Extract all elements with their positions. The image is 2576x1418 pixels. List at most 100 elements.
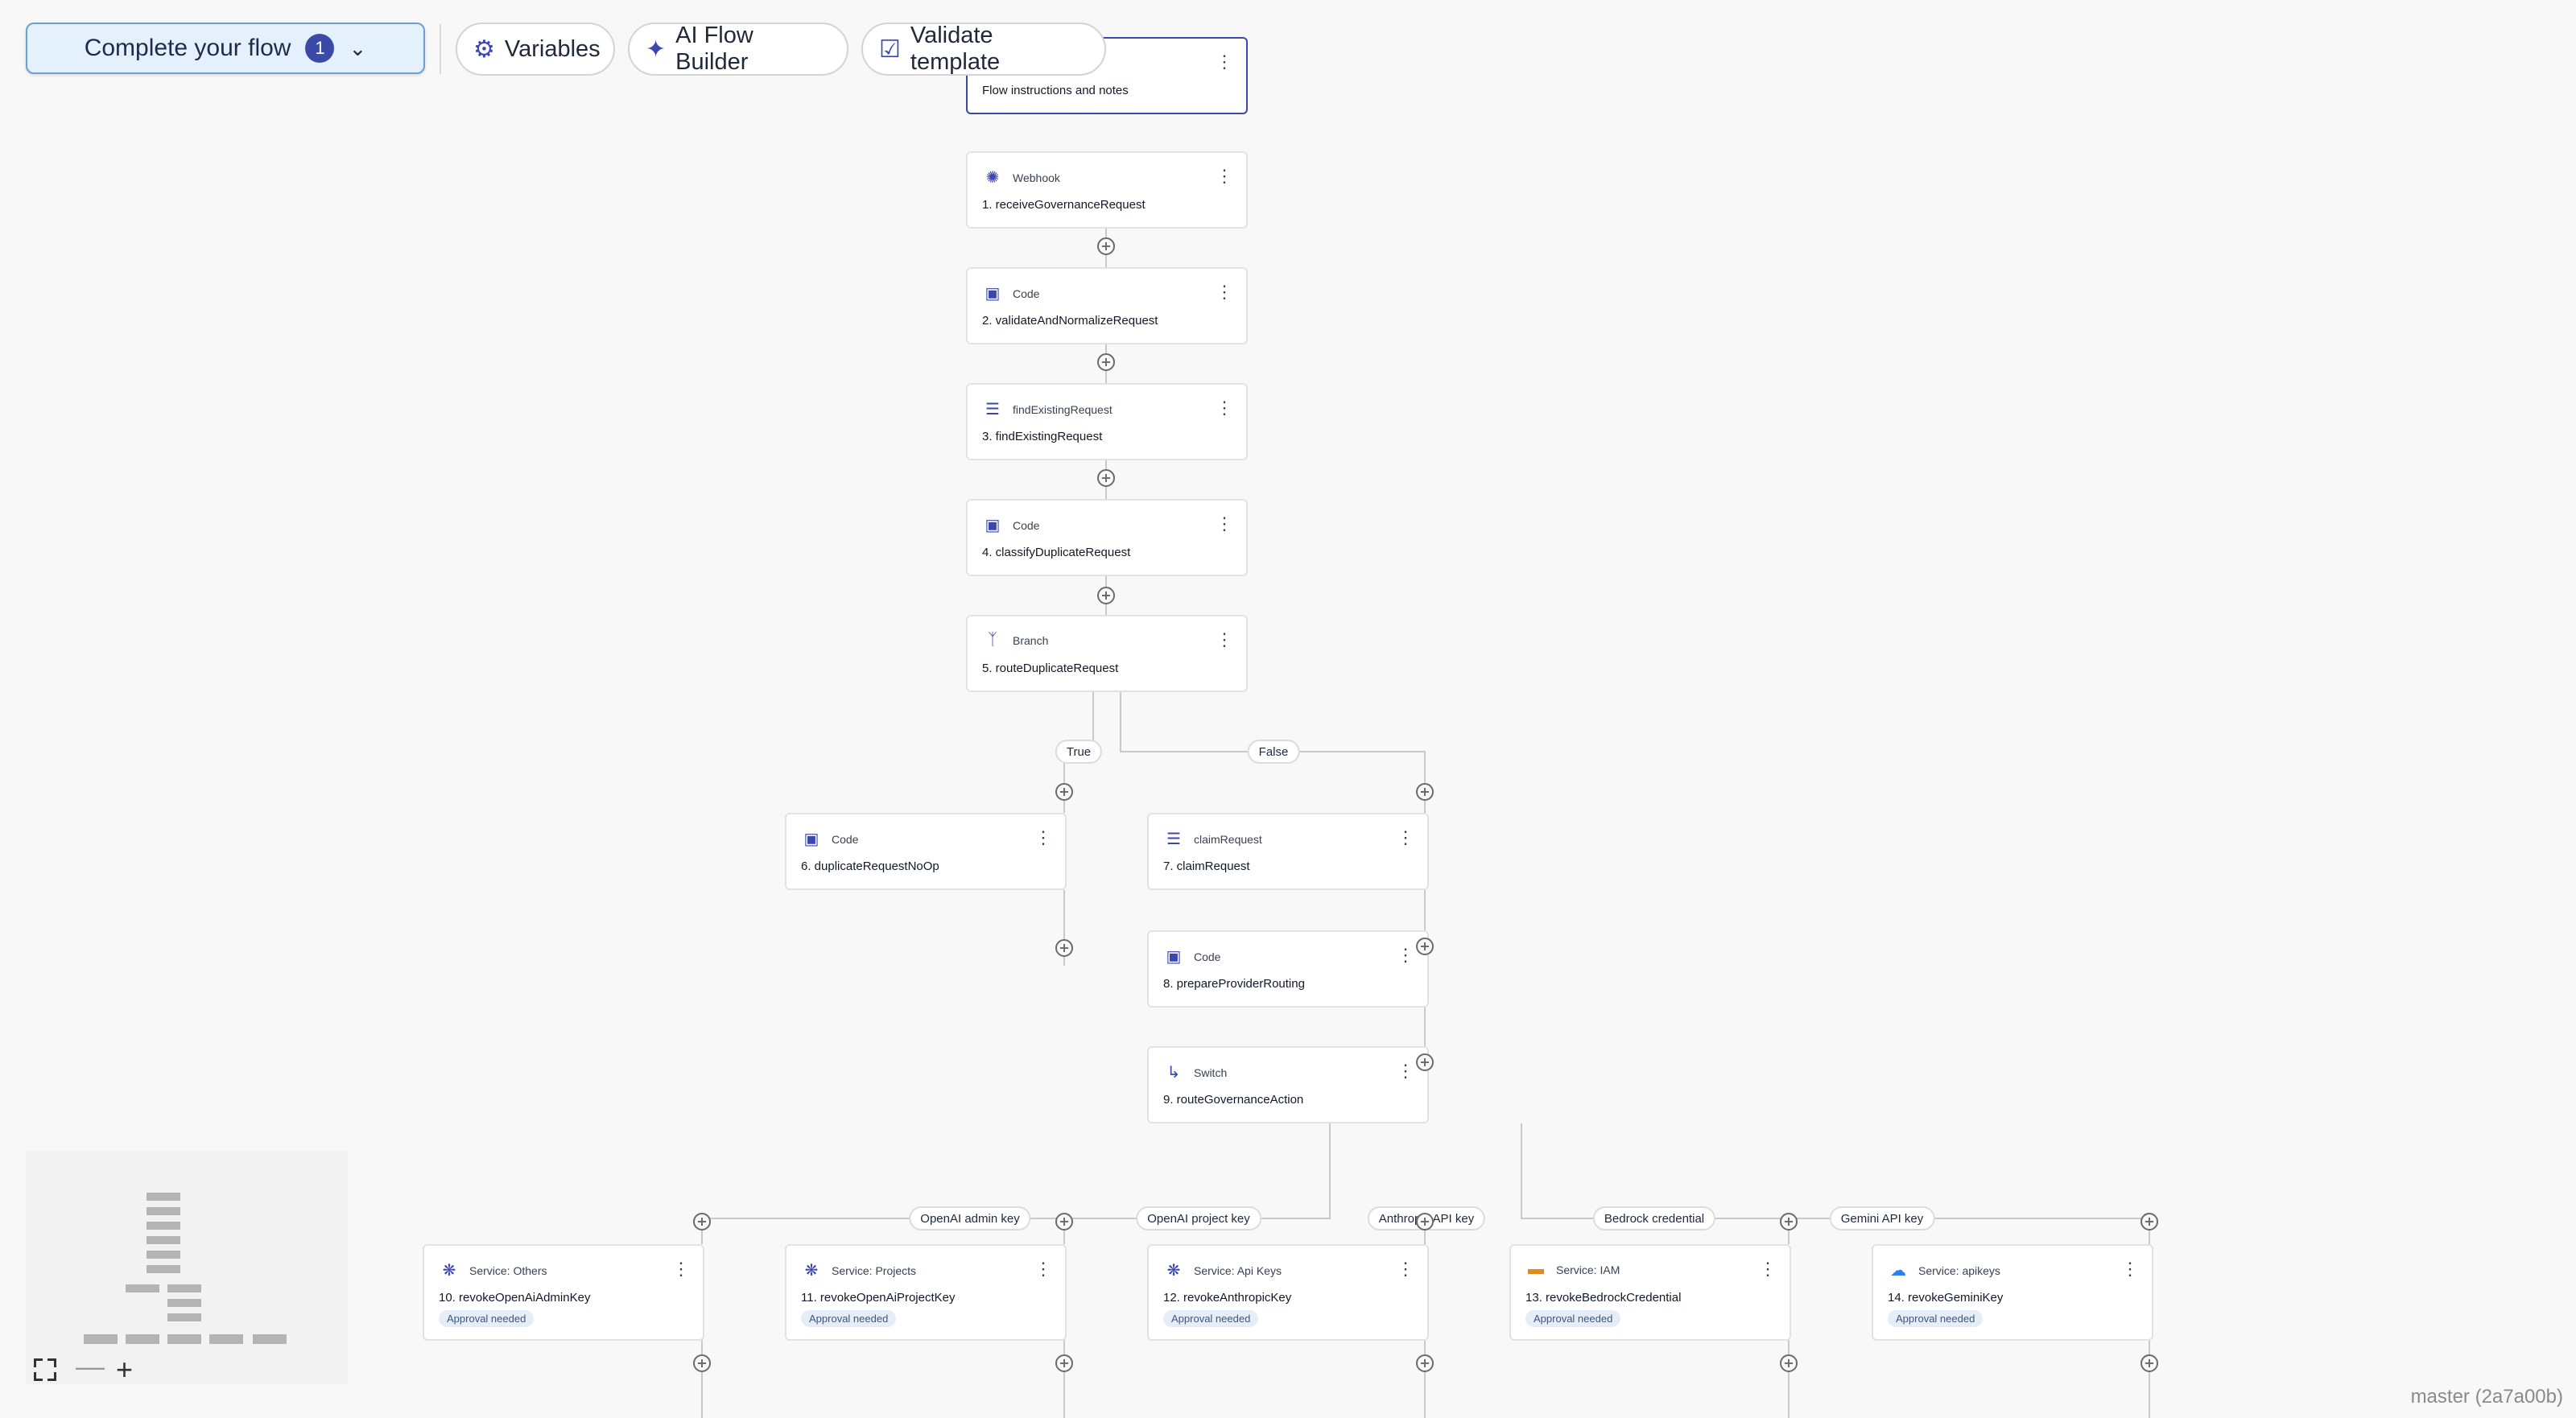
more-options-icon[interactable]: ⋮ — [1216, 399, 1233, 417]
switch-icon: ↳ — [1166, 1064, 1181, 1082]
validate-template-button[interactable]: ☑ Validate template — [861, 23, 1106, 76]
minimap-node — [147, 1265, 180, 1273]
minimap-node — [147, 1222, 180, 1230]
add-step-button[interactable] — [1097, 469, 1115, 487]
flow-node-branch[interactable]: ᛉ Branch ⋮ 5. routeDuplicateRequest — [966, 615, 1248, 692]
variables-button[interactable]: ⚙ Variables — [456, 23, 615, 76]
minimap-node — [147, 1236, 180, 1244]
code-icon: ▣ — [1166, 948, 1182, 966]
ai-flow-builder-label: AI Flow Builder — [675, 23, 753, 75]
approval-needed-badge: Approval needed — [1163, 1310, 1259, 1327]
list-icon: ☰ — [1166, 831, 1181, 848]
add-step-button[interactable] — [693, 1213, 711, 1230]
more-options-icon[interactable]: ⋮ — [1034, 829, 1052, 847]
flow-node-webhook[interactable]: ✺ Webhook ⋮ 1. receiveGovernanceRequest — [966, 151, 1248, 229]
more-options-icon[interactable]: ⋮ — [1397, 1260, 1414, 1278]
minimap-node — [167, 1284, 201, 1292]
complete-your-flow-button[interactable]: Complete your flow 1 ⌄ — [26, 23, 425, 74]
more-options-icon[interactable]: ⋮ — [1216, 515, 1233, 533]
node-type: Service: Others — [469, 1263, 547, 1277]
node-type: Service: apikeys — [1918, 1263, 2000, 1277]
zoom-in-icon[interactable]: + — [116, 1355, 133, 1384]
add-step-button[interactable] — [1416, 1053, 1434, 1071]
add-step-button[interactable] — [1416, 938, 1434, 955]
node-name: 8. prepareProviderRouting — [1163, 977, 1305, 991]
branch-icon: ᛉ — [988, 631, 997, 649]
more-options-icon[interactable]: ⋮ — [2121, 1260, 2139, 1278]
node-type: Service: IAM — [1556, 1263, 1620, 1276]
approval-needed-badge: Approval needed — [1888, 1310, 1984, 1327]
minimap-node — [147, 1207, 180, 1215]
add-step-button[interactable] — [1097, 587, 1115, 604]
flow-node-table-update[interactable]: ☰ claimRequest ⋮ 7. claimRequest — [1147, 813, 1429, 890]
list-icon: ☰ — [985, 401, 1000, 418]
more-options-icon[interactable]: ⋮ — [1397, 1062, 1414, 1080]
add-step-button[interactable] — [1416, 1213, 1434, 1230]
more-options-icon[interactable]: ⋮ — [1034, 1260, 1052, 1278]
ai-flow-builder-button[interactable]: ✦ AI Flow Builder — [628, 23, 848, 76]
flow-node-service[interactable]: ❋ Service: Others ⋮ 10. revokeOpenAiAdmin… — [423, 1244, 704, 1341]
add-step-button[interactable] — [1780, 1213, 1798, 1230]
google-cloud-icon: ☁ — [1890, 1262, 1906, 1280]
fit-view-icon[interactable] — [34, 1358, 56, 1381]
flow-node-table-lookup[interactable]: ☰ findExistingRequest ⋮ 3. findExistingRe… — [966, 383, 1248, 460]
add-step-button[interactable] — [2140, 1213, 2158, 1230]
more-options-icon[interactable]: ⋮ — [1397, 829, 1414, 847]
node-name: 4. classifyDuplicateRequest — [982, 546, 1131, 559]
gear-icon: ⚙ — [473, 35, 495, 63]
flow-node-code[interactable]: ▣ Code ⋮ 4. classifyDuplicateRequest — [966, 499, 1248, 576]
more-options-icon[interactable]: ⋮ — [1216, 167, 1233, 185]
flow-canvas[interactable]: Complete your flow 1 ⌄ ⋮ Flow instructio… — [0, 0, 2576, 1418]
aws-icon: ▬ — [1528, 1260, 1544, 1278]
zoom-out-icon[interactable]: — — [76, 1352, 105, 1381]
node-type: Switch — [1194, 1066, 1228, 1079]
add-step-button[interactable] — [1416, 1354, 1434, 1372]
add-step-button[interactable] — [2140, 1354, 2158, 1372]
node-type: Webhook — [1013, 171, 1060, 184]
add-step-button[interactable] — [1055, 1213, 1073, 1230]
minimap[interactable] — [26, 1151, 348, 1384]
more-options-icon[interactable]: ⋮ — [1759, 1260, 1777, 1278]
flow-node-service[interactable]: ▬ Service: IAM ⋮ 13. revokeBedrockCredent… — [1509, 1244, 1791, 1341]
minimap-node — [209, 1334, 243, 1344]
flow-node-code[interactable]: ▣ Code ⋮ 2. validateAndNormalizeRequest — [966, 267, 1248, 344]
add-step-button[interactable] — [1055, 939, 1073, 957]
more-options-icon[interactable]: ⋮ — [1216, 283, 1233, 301]
openai-icon: ❋ — [442, 1262, 456, 1280]
pending-count-badge: 1 — [305, 34, 335, 63]
node-type: Service: Api Keys — [1194, 1263, 1282, 1277]
flow-node-code[interactable]: ▣ Code ⋮ 8. prepareProviderRouting — [1147, 930, 1429, 1008]
flow-node-code[interactable]: ▣ Code ⋮ 6. duplicateRequestNoOp — [785, 813, 1067, 890]
more-options-icon[interactable]: ⋮ — [1216, 53, 1233, 71]
anthropic-icon: ❋ — [1166, 1262, 1181, 1280]
node-type: Code — [1194, 950, 1221, 963]
chevron-down-icon: ⌄ — [349, 35, 367, 60]
node-name: 14. revokeGeminiKey — [1888, 1291, 2004, 1305]
add-step-button[interactable] — [1055, 783, 1073, 801]
minimap-node — [147, 1193, 180, 1201]
flow-node-service[interactable]: ❋ Service: Projects ⋮ 11. revokeOpenAiPro… — [785, 1244, 1067, 1341]
code-icon: ▣ — [985, 285, 1001, 303]
minimap-node — [126, 1334, 159, 1344]
add-step-button[interactable] — [1780, 1354, 1798, 1372]
add-step-button[interactable] — [1055, 1354, 1073, 1372]
edge-label-false: False — [1247, 740, 1300, 764]
minimap-node — [126, 1284, 159, 1292]
more-options-icon[interactable]: ⋮ — [672, 1260, 690, 1278]
add-step-button[interactable] — [1416, 783, 1434, 801]
more-options-icon[interactable]: ⋮ — [1216, 631, 1233, 649]
webhook-icon: ✺ — [985, 169, 1000, 187]
add-step-button[interactable] — [1097, 237, 1115, 255]
toolbar-divider — [440, 24, 441, 74]
node-type: Code — [1013, 518, 1040, 532]
flow-node-service[interactable]: ❋ Service: Api Keys ⋮ 12. revokeAnthropic… — [1147, 1244, 1429, 1341]
minimap-node — [167, 1313, 201, 1321]
minimap-node — [253, 1334, 287, 1344]
more-options-icon[interactable]: ⋮ — [1397, 946, 1414, 964]
flow-node-service[interactable]: ☁ Service: apikeys ⋮ 14. revokeGeminiKey … — [1872, 1244, 2153, 1341]
flow-node-switch[interactable]: ↳ Switch ⋮ 9. routeGovernanceAction — [1147, 1046, 1429, 1123]
edge-label-bedrock: Bedrock credential — [1592, 1206, 1716, 1230]
add-step-button[interactable] — [1097, 353, 1115, 371]
variables-label: Variables — [504, 35, 601, 62]
add-step-button[interactable] — [693, 1354, 711, 1372]
